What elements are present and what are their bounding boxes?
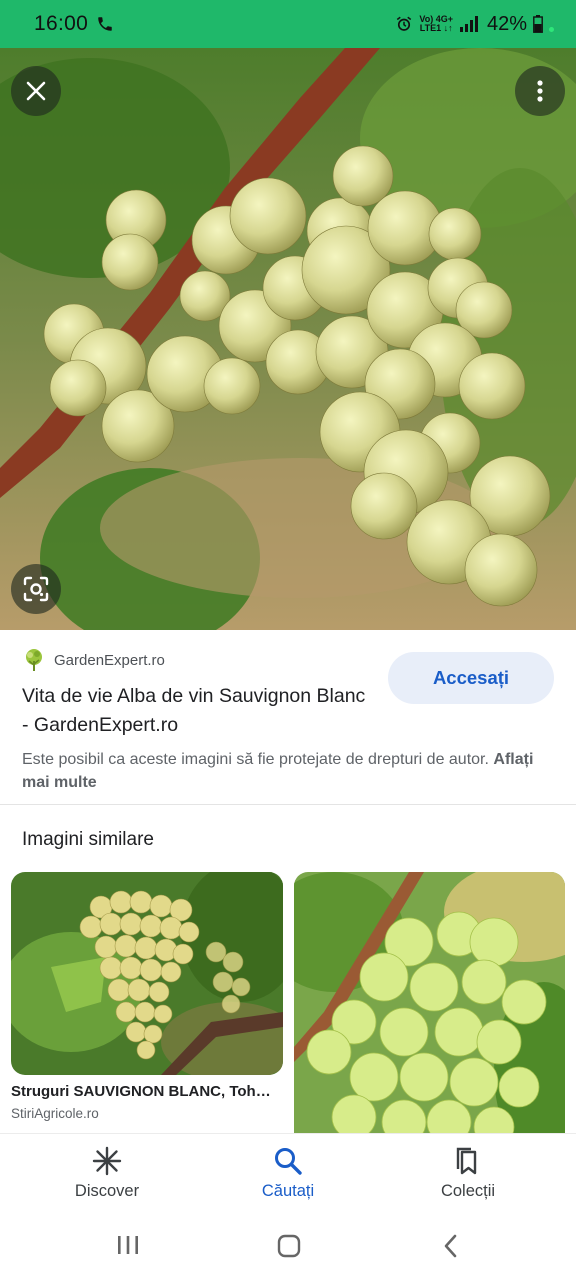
- battery-percent: 42%: [486, 12, 527, 35]
- home-icon[interactable]: [277, 1234, 301, 1258]
- asterisk-icon: [92, 1146, 122, 1176]
- copyright-notice: Este posibil ca aceste imagini să fie pr…: [22, 748, 542, 794]
- more-options-button[interactable]: [515, 66, 565, 116]
- status-time: 16:00: [34, 12, 89, 35]
- notification-dot: [549, 26, 554, 32]
- divider: [0, 804, 576, 805]
- gardenexpert-logo-icon: [26, 649, 42, 671]
- bookmarks-icon: [456, 1147, 477, 1175]
- similar-image-2[interactable]: [294, 872, 565, 1142]
- nav-discover[interactable]: Discover: [32, 1146, 182, 1201]
- signal-icon: [459, 16, 478, 32]
- more-vert-icon: [537, 80, 543, 102]
- close-button[interactable]: [11, 66, 61, 116]
- network-line2: LTE1 ↓↑: [419, 23, 453, 33]
- visit-button[interactable]: Accesați: [388, 652, 554, 704]
- similar-image-1[interactable]: [11, 872, 283, 1075]
- hero-image[interactable]: [0, 48, 576, 630]
- copyright-text: Este posibil ca aceste imagini să fie pr…: [22, 751, 489, 768]
- source-name: GardenExpert.ro: [54, 651, 165, 669]
- grapes-thumbnail-2: [294, 872, 565, 1142]
- lens-button[interactable]: [11, 564, 61, 614]
- recent-apps-icon[interactable]: [117, 1234, 139, 1256]
- bottom-navigation: Discover Căutați Colecții: [0, 1133, 576, 1217]
- back-icon[interactable]: [441, 1234, 461, 1258]
- status-bar: 16:00 Vo) 4G+ LTE1 ↓↑ 42%: [0, 0, 576, 48]
- similar-image-1-title[interactable]: Struguri SAUVIGNON BLANC, Tohanu Nou, Br…: [11, 1083, 277, 1100]
- similar-image-1-source: StiriAgricole.ro: [11, 1106, 99, 1121]
- close-icon: [26, 81, 46, 101]
- nav-collections-label: Colecții: [440, 1182, 496, 1200]
- alarm-icon: [397, 16, 412, 31]
- system-navigation-bar: [0, 1216, 576, 1280]
- similar-images-heading: Imagini similare: [22, 829, 154, 850]
- nav-collections[interactable]: Colecții: [393, 1146, 543, 1201]
- source-row[interactable]: GardenExpert.ro: [22, 648, 165, 672]
- network-indicator: Vo) 4G+ LTE1 ↓↑: [419, 15, 453, 33]
- battery-icon: [533, 15, 543, 33]
- grapes-thumbnail-1: [11, 872, 283, 1075]
- nav-search[interactable]: Căutați: [213, 1146, 363, 1201]
- nav-search-label: Căutați: [261, 1182, 315, 1200]
- nav-discover-label: Discover: [74, 1182, 140, 1200]
- lens-icon: [23, 576, 49, 602]
- call-icon: [98, 17, 112, 31]
- grapes-image: [0, 48, 576, 630]
- search-icon: [275, 1148, 302, 1175]
- image-title[interactable]: Vita de vie Alba de vin Sauvignon Blanc …: [22, 682, 367, 740]
